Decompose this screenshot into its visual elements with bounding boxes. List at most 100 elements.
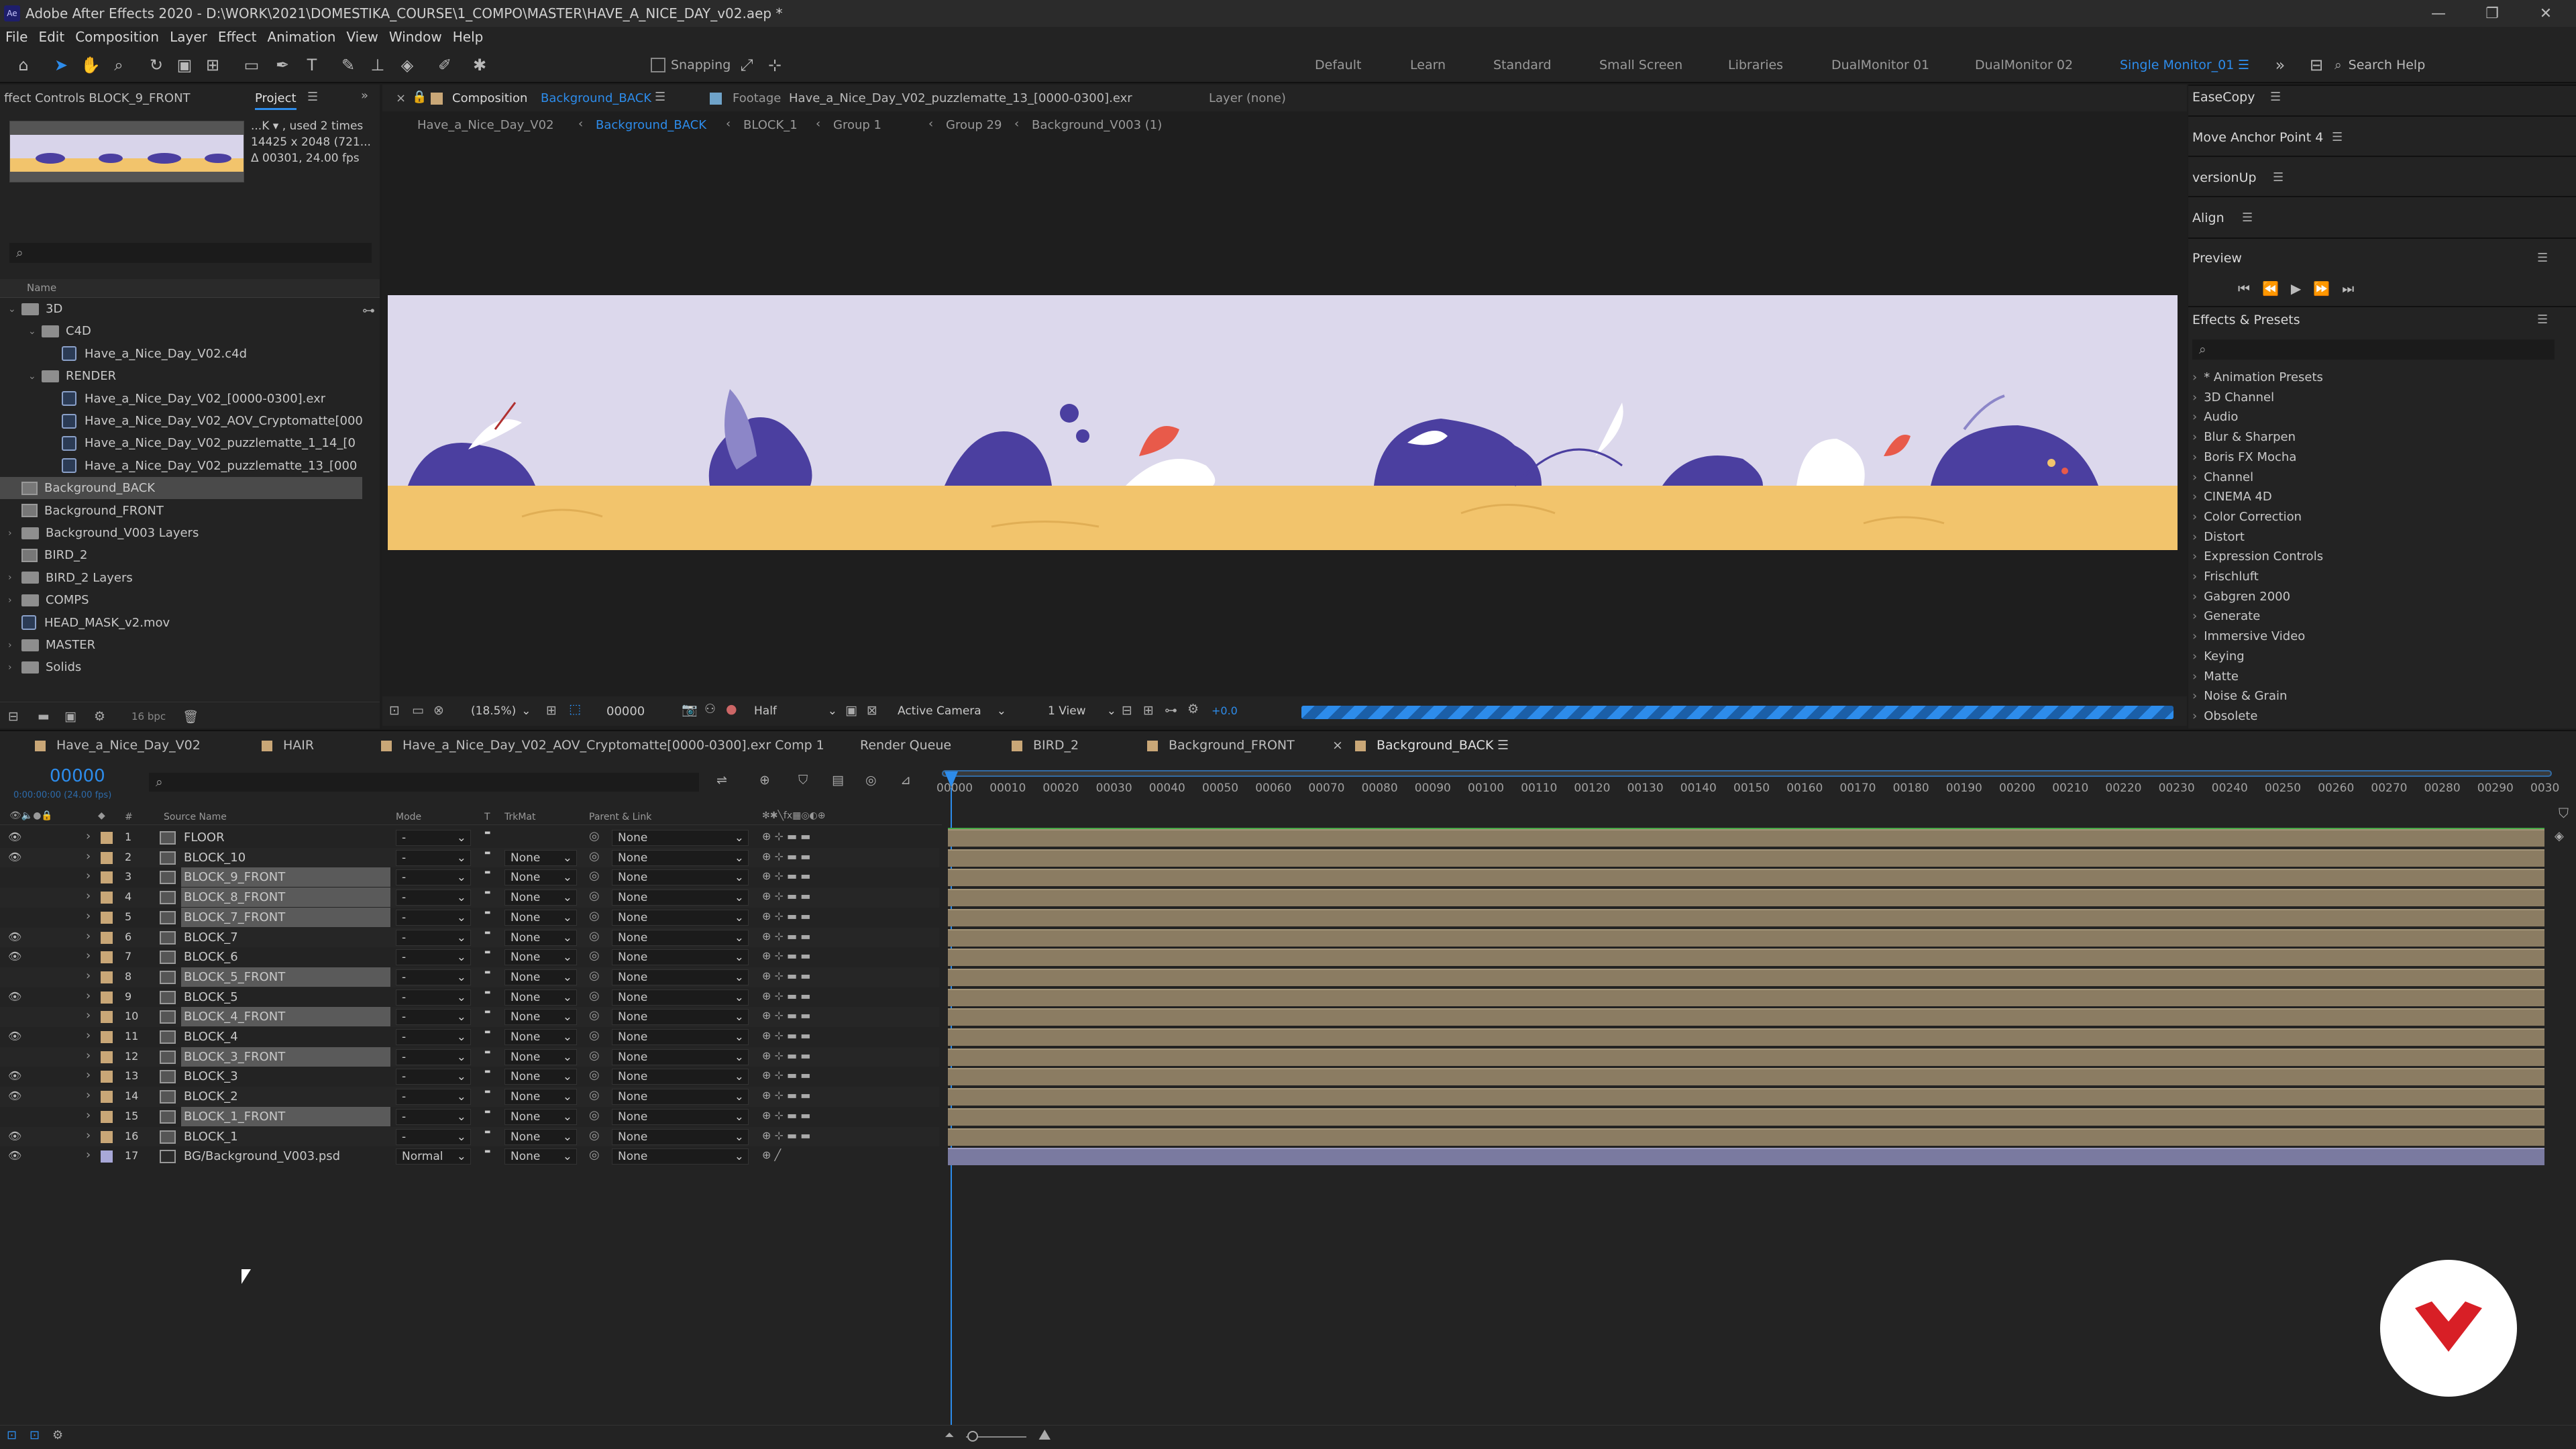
preserve-transparency-toggle[interactable]: ▬ [484, 1108, 490, 1116]
tab-layer[interactable]: Layer (none) [1209, 91, 1286, 105]
layer-parent-dropdown[interactable]: None ⌄ [612, 1049, 749, 1065]
layer-row[interactable]: 👁 › 16 BLOCK_1- ⌄ ▬ None ⌄ ◎ None ⌄ ⊕ ⊹ ▬ ▬ [0, 1126, 939, 1147]
layer-row[interactable]: 👁 › 9 BLOCK_5- ⌄ ▬ None ⌄ ◎ None ⌄ ⊕ ⊹ ▬ ▬ [0, 987, 939, 1008]
breadcrumb-item[interactable]: Background_BACK [596, 118, 706, 132]
layer-trkmat-dropdown[interactable]: None ⌄ [504, 1049, 577, 1065]
layer-source-name[interactable]: BLOCK_8_FRONT [181, 888, 390, 908]
time-navigator[interactable] [942, 770, 2552, 777]
transparency-grid-icon[interactable]: ⬚ [569, 702, 581, 716]
monitor-icon[interactable]: ▭ [412, 703, 424, 718]
layer-parent-dropdown[interactable]: None ⌄ [612, 1089, 749, 1106]
layer-source-name[interactable]: BLOCK_4_FRONT [181, 1007, 390, 1027]
parent-pick-whip-icon[interactable]: ◎ [589, 929, 600, 943]
breadcrumb-item[interactable]: Background_V003 (1) [1032, 118, 1162, 132]
effect-category[interactable]: Frischluft [2192, 567, 2259, 586]
snapshot-icon[interactable]: 📷 [682, 702, 698, 717]
layer-source-name[interactable]: BLOCK_3 [181, 1067, 390, 1086]
layer-duration-bar[interactable] [948, 829, 2544, 847]
shy-layers-icon[interactable]: ⛉ [798, 773, 808, 788]
effects-presets-menu-icon[interactable]: ☰ [2537, 313, 2548, 327]
zoom-out-icon[interactable]: ⏶ [945, 1428, 954, 1442]
layer-trkmat-dropdown[interactable]: None ⌄ [504, 929, 577, 946]
layer-source-name[interactable]: BLOCK_7_FRONT [181, 907, 390, 927]
zoom-slider-handle[interactable] [967, 1431, 978, 1442]
layer-trkmat-dropdown[interactable]: None ⌄ [504, 1108, 577, 1125]
effect-category[interactable]: CINEMA 4D [2192, 487, 2272, 506]
snapping-checkbox[interactable] [651, 58, 665, 72]
layer-mode-dropdown[interactable]: - ⌄ [396, 849, 471, 866]
workspace-menu-icon[interactable]: ☰ [2238, 58, 2249, 72]
layer-mode-dropdown[interactable]: - ⌄ [396, 890, 471, 906]
column-parent[interactable]: Parent & Link [589, 812, 651, 822]
layer-switches[interactable]: ⊕ ⊹ ▬ ▬ [762, 969, 810, 982]
breadcrumb-item[interactable]: Group 1 [833, 118, 881, 132]
rectangle-tool-icon[interactable]: ▭ [240, 54, 263, 76]
workspace-single-monitor-01[interactable]: Single Monitor_01 [2120, 58, 2234, 72]
roto-brush-tool-icon[interactable]: ✐ [433, 54, 456, 76]
layer-label-color[interactable] [101, 1031, 113, 1043]
layer-trkmat-dropdown[interactable]: None ⌄ [504, 969, 577, 985]
project-item[interactable]: Background_BACK [0, 477, 362, 500]
layer-parent-dropdown[interactable]: None ⌄ [612, 1108, 749, 1125]
visibility-eye-icon[interactable]: 👁 [8, 990, 21, 1003]
preserve-transparency-toggle[interactable]: ▬ [484, 949, 490, 956]
camera-dropdown[interactable]: Active Camera ⌄ [892, 703, 1006, 719]
effect-category[interactable]: Color Correction [2192, 507, 2302, 527]
layer-trkmat-dropdown[interactable]: None ⌄ [504, 1009, 577, 1026]
current-time-display[interactable]: 00000 [606, 704, 645, 718]
layer-parent-dropdown[interactable]: None ⌄ [612, 929, 749, 946]
visibility-eye-icon[interactable]: 👁 [8, 851, 21, 863]
preserve-transparency-toggle[interactable]: ▬ [484, 1088, 490, 1095]
layer-duration-bar[interactable] [948, 889, 2544, 907]
layer-parent-dropdown[interactable]: None ⌄ [612, 1148, 749, 1165]
layer-label-color[interactable] [101, 871, 113, 884]
layer-expand-arrow-icon[interactable]: › [86, 1128, 91, 1142]
layer-expand-arrow-icon[interactable]: › [86, 949, 91, 963]
color-channel-icon[interactable]: ● [726, 702, 737, 716]
preserve-transparency-toggle[interactable]: ▬ [484, 869, 490, 876]
layer-label-color[interactable] [101, 911, 113, 924]
parent-pick-whip-icon[interactable]: ◎ [589, 1008, 600, 1022]
zoom-tool-icon[interactable]: ⌕ [107, 54, 130, 76]
menu-animation[interactable]: Animation [267, 29, 335, 45]
visibility-eye-icon[interactable]: 👁 [8, 1089, 21, 1102]
project-item[interactable]: ⌄ 3D [0, 298, 362, 320]
preserve-transparency-toggle[interactable]: ▬ [484, 1008, 490, 1016]
delete-icon[interactable]: 🗑 [182, 709, 199, 724]
project-item[interactable]: › Solids [0, 656, 362, 678]
layer-source-name[interactable]: BLOCK_3_FRONT [181, 1046, 390, 1067]
layer-source-name[interactable]: BLOCK_6 [181, 947, 390, 967]
layer-switches[interactable]: ⊕ ⊹ ▬ ▬ [762, 869, 810, 882]
layer-mode-dropdown[interactable]: - ⌄ [396, 1089, 471, 1106]
breadcrumb-item[interactable]: Group 29 [946, 118, 1002, 132]
layer-row[interactable]: 👁 › 1 FLOOR - ⌄ ▬ ◎ None ⌄ ⊕ ⊹ ▬ ▬ [0, 828, 939, 848]
more-workspaces-icon[interactable]: » [2269, 54, 2292, 76]
layer-parent-dropdown[interactable]: None ⌄ [612, 1009, 749, 1026]
new-comp-icon[interactable]: ▣ [64, 709, 76, 724]
expand-arrow-icon[interactable]: ⌄ [8, 304, 21, 315]
project-item[interactable]: › MASTER [0, 634, 362, 656]
layer-source-name[interactable]: BLOCK_5_FRONT [181, 967, 390, 987]
layer-expand-arrow-icon[interactable]: › [86, 1148, 91, 1162]
layer-label-color[interactable] [101, 1130, 113, 1143]
layer-parent-dropdown[interactable]: None ⌄ [612, 849, 749, 866]
draft-3d-icon[interactable]: ⊕ [759, 773, 770, 788]
move-anchor-panel-title[interactable]: Move Anchor Point 4 [2192, 130, 2323, 145]
layer-switches[interactable]: ⊕ ⊹ ▬ ▬ [762, 850, 810, 863]
playhead[interactable] [945, 771, 958, 788]
layer-label-color[interactable] [101, 991, 113, 1004]
layer-mode-dropdown[interactable]: - ⌄ [396, 989, 471, 1006]
layer-duration-bar[interactable] [948, 988, 2544, 1006]
eraser-tool-icon[interactable]: ◈ [396, 54, 419, 76]
workspace-dualmonitor-01[interactable]: DualMonitor 01 [1831, 58, 1929, 72]
preserve-transparency-toggle[interactable]: ▬ [484, 929, 490, 936]
layer-parent-dropdown[interactable]: None ⌄ [612, 1128, 749, 1145]
layer-parent-dropdown[interactable]: None ⌄ [612, 890, 749, 906]
layer-source-name[interactable]: BLOCK_9_FRONT [181, 867, 390, 888]
layer-expand-arrow-icon[interactable]: › [86, 1008, 91, 1022]
layer-label-color[interactable] [101, 1110, 113, 1123]
next-frame-icon[interactable]: ⏩ [2313, 280, 2330, 301]
layer-expand-arrow-icon[interactable]: › [86, 969, 91, 983]
menu-layer[interactable]: Layer [170, 29, 207, 45]
timeline-tab[interactable]: Background_FRONT [1169, 738, 1295, 753]
